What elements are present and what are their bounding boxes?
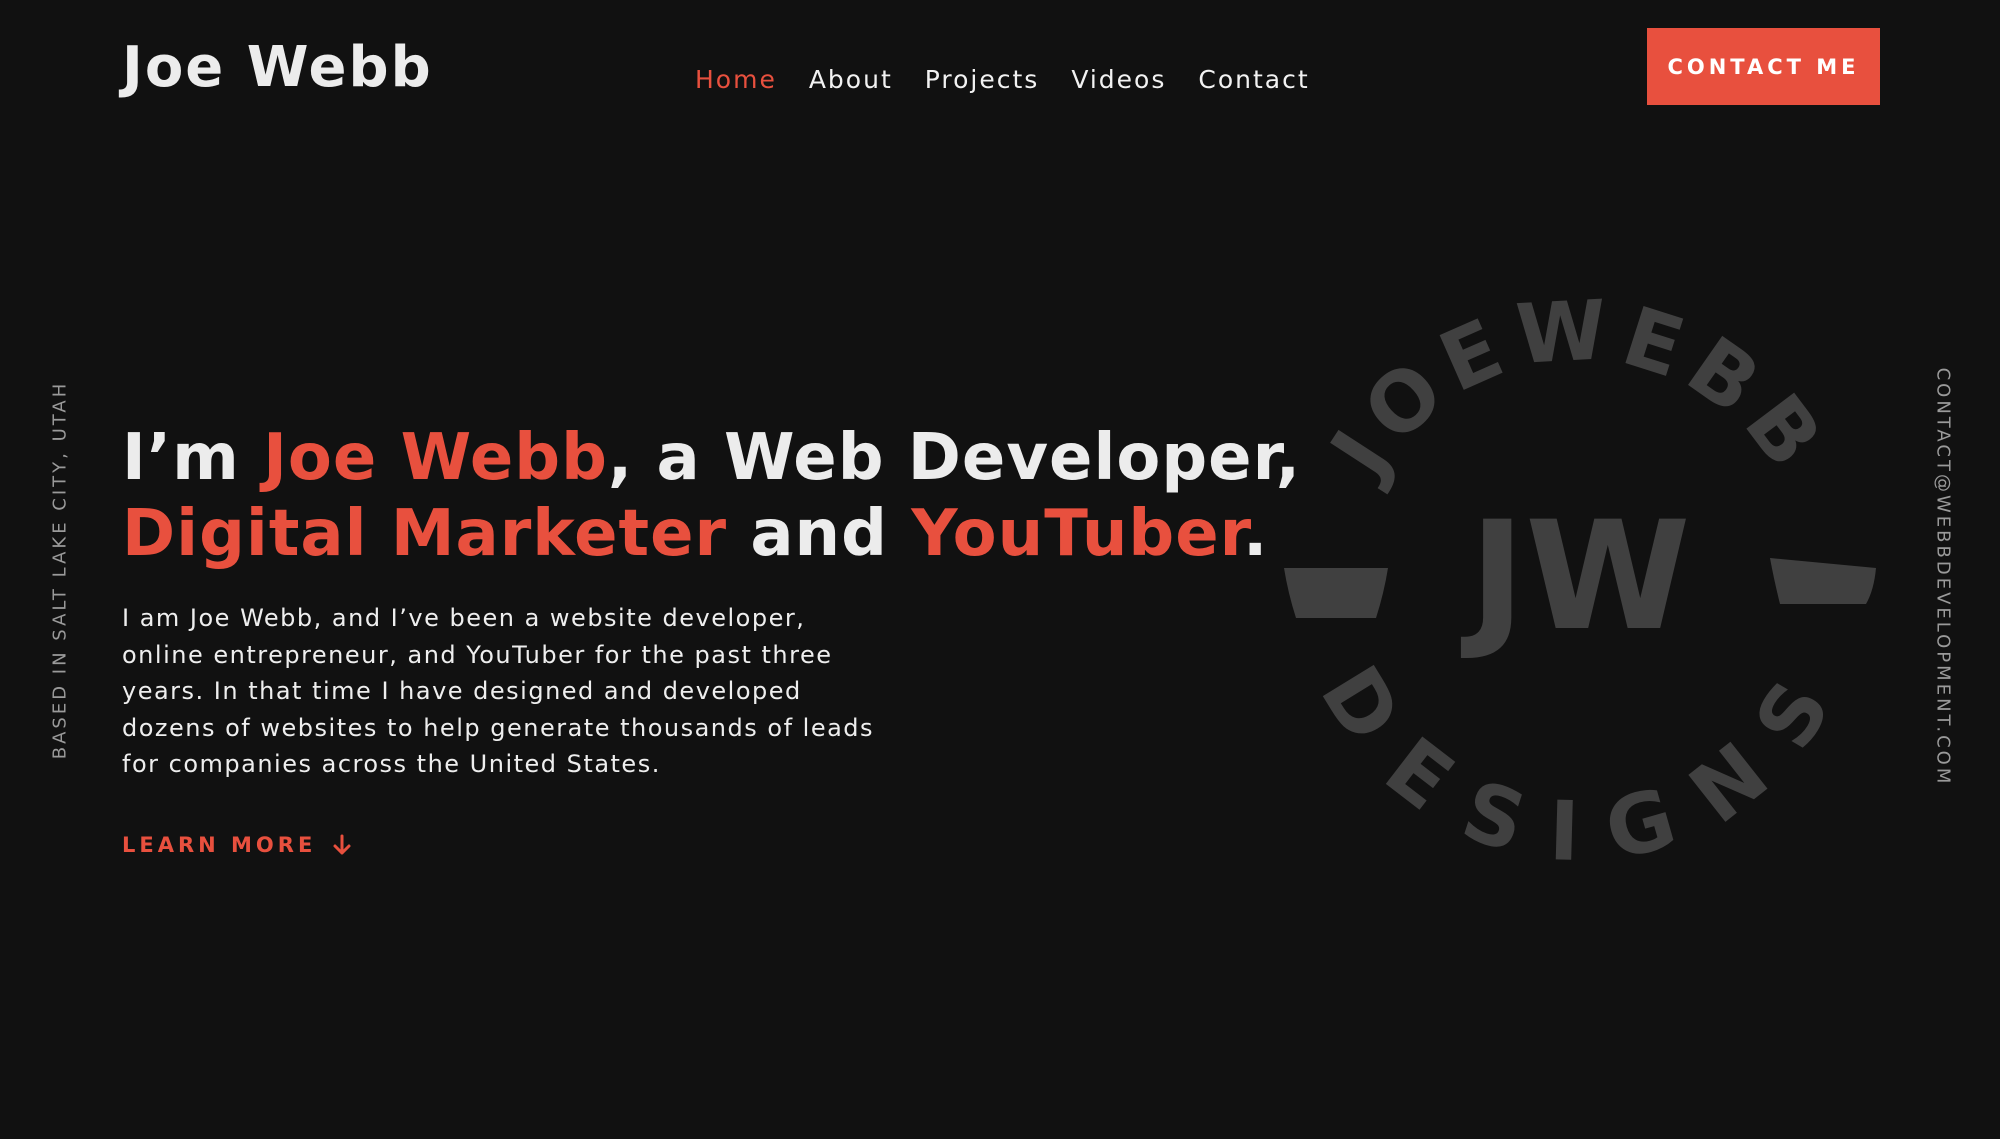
headline-role-youtuber: YouTuber (911, 497, 1244, 571)
headline-end: . (1243, 497, 1269, 571)
badge-monogram: JW (1460, 490, 1690, 664)
badge-right-separator (1770, 558, 1876, 604)
nav-item-contact[interactable]: Contact (1198, 60, 1309, 100)
nav-item-projects[interactable]: Projects (925, 60, 1040, 100)
contact-me-button[interactable]: CONTACT ME (1647, 28, 1880, 105)
hero-intro-text: I am Joe Webb, and I’ve been a website d… (122, 604, 875, 778)
jw-designs-badge-icon: JOEWEBB DESIGNS JW (1284, 290, 1876, 870)
location-vertical-text: BASED IN SALT LAKE CITY, UTAH (49, 380, 71, 760)
badge-bottom-text: DESIGNS (1302, 650, 1858, 870)
site-logo[interactable]: Joe Webb (122, 32, 433, 104)
nav-item-videos[interactable]: Videos (1071, 60, 1166, 100)
email-vertical-link[interactable]: CONTACT@WEBBDEVELOPMENT.COM (1933, 368, 1954, 787)
hero-headline: I’m Joe Webb, a Web Developer, Digital Ma… (122, 420, 1301, 572)
headline-prefix: I’m (122, 421, 264, 495)
learn-more-link[interactable]: LEARN MORE (122, 833, 354, 857)
nav-item-home[interactable]: Home (695, 60, 777, 100)
badge-top-text: JOEWEBB (1311, 290, 1846, 497)
headline-role-marketer: Digital Marketer (122, 497, 728, 571)
headline-mid-1: , a Web Developer, (607, 421, 1302, 495)
badge-left-separator (1284, 568, 1388, 618)
headline-name: Joe Webb (263, 421, 608, 495)
page: Joe Webb Home About Projects Videos Cont… (0, 0, 2000, 1139)
headline-mid-2: and (727, 497, 912, 571)
nav-item-about[interactable]: About (809, 60, 893, 100)
arrow-down-icon (333, 834, 351, 855)
learn-more-label: LEARN MORE (122, 833, 317, 857)
main-nav: Home About Projects Videos Contact (695, 60, 1310, 100)
